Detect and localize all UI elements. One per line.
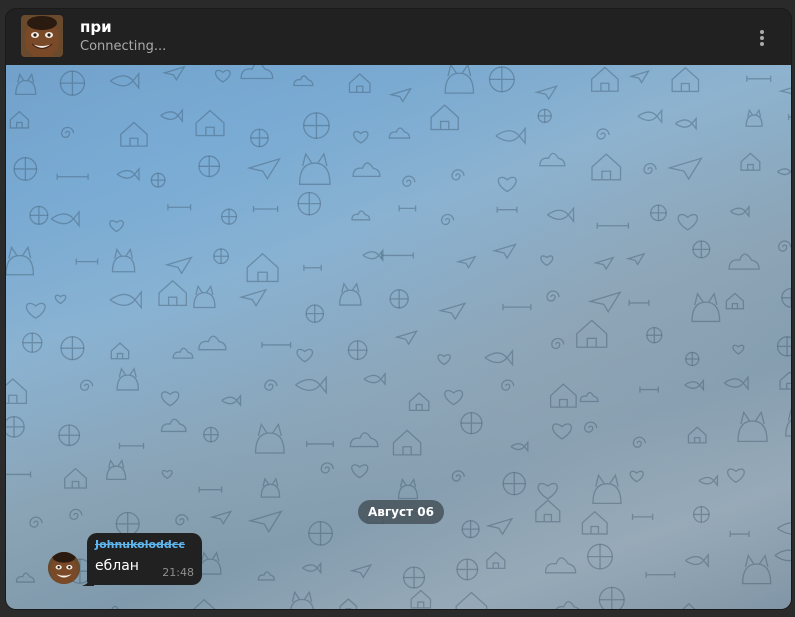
wallpaper-pattern [6,65,791,609]
menu-dot [760,42,764,46]
avatar-face-icon [21,15,63,57]
chat-title[interactable]: при [80,18,112,36]
avatar-face-icon [48,552,80,584]
message-area[interactable]: Август 06 Johnukoloddcc еблан 21:48 [6,65,791,609]
message-text: еблан [95,558,139,574]
menu-dot [760,30,764,34]
message-time: 21:48 [162,566,194,579]
message-bubble[interactable]: Johnukoloddcc еблан 21:48 [87,533,202,585]
chat-window: при Connecting... Август 06 Johnukoloddc… [6,9,791,609]
sender-avatar[interactable] [48,552,80,584]
more-vertical-icon[interactable] [755,28,769,48]
date-separator: Август 06 [358,500,444,524]
menu-dot [760,36,764,40]
sender-name[interactable]: Johnukoloddcc [95,538,185,551]
chat-avatar[interactable] [21,15,63,57]
app-root: при Connecting... Август 06 Johnukoloddc… [0,0,795,617]
chat-header[interactable]: при Connecting... [6,9,791,66]
connection-status: Connecting... [80,39,167,54]
